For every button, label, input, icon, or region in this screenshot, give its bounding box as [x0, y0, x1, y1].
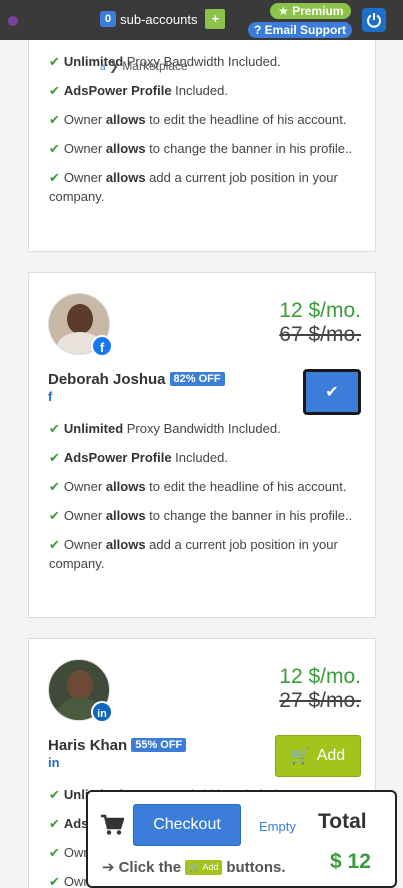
breadcrumb-arrow-icon: ❯	[108, 59, 119, 73]
add-to-cart-button[interactable]: 🛒 Add	[275, 735, 361, 777]
breadcrumb-marketplace[interactable]: Marketplace	[122, 59, 187, 73]
feature-item: ✔Unlimited Proxy Bandwidth Included.	[49, 54, 281, 69]
profile-name[interactable]: Deborah Joshua 82% OFF	[48, 371, 225, 388]
discount-badge: 55% OFF	[131, 738, 187, 752]
check-icon: ✔	[49, 816, 60, 831]
price-original: 27 $/mo.	[279, 689, 361, 712]
cart-icon: 🛒	[290, 748, 311, 765]
selected-button[interactable]: ✔	[303, 369, 361, 415]
check-icon: ✔	[49, 479, 60, 494]
sub-accounts-label: sub-accounts	[120, 11, 198, 27]
feature-item: ✔Owner allows to edit the headline of hi…	[49, 479, 347, 494]
feature-item: ✔AdsPower Profile Included.	[49, 83, 228, 98]
sub-accounts[interactable]: 0 sub-accounts +	[100, 9, 226, 29]
check-icon: ✔	[49, 83, 60, 98]
linkedin-icon: in	[91, 701, 113, 723]
network-label: f	[48, 389, 53, 404]
home-icon[interactable]: a	[100, 62, 106, 73]
checkmark-icon: ✔	[325, 384, 339, 401]
feature-item: ✔Owner allows to change the banner in hi…	[49, 508, 353, 523]
price-current: 12 $/mo.	[279, 665, 361, 688]
check-icon: ✔	[49, 787, 60, 802]
price-current: 12 $/mo.	[279, 299, 361, 322]
check-icon: ✔	[49, 112, 60, 127]
feature-list: ✔Unlimited Proxy Bandwidth Included. ✔Ad…	[49, 419, 365, 583]
check-icon: ✔	[49, 170, 60, 185]
network-label: in	[48, 755, 60, 770]
menu-dot-icon[interactable]	[8, 16, 18, 26]
price-original: 67 $/mo.	[279, 323, 361, 346]
check-icon: ✔	[49, 537, 60, 552]
check-icon: ✔	[49, 421, 60, 436]
check-icon: ✔	[49, 141, 60, 156]
empty-cart-link[interactable]: Empty	[259, 819, 296, 834]
profile-name[interactable]: Haris Khan 55% OFF	[48, 737, 187, 754]
logout-button[interactable]	[362, 8, 386, 32]
feature-item: ✔Owner allows to change the banner in hi…	[49, 141, 353, 156]
check-icon: ✔	[49, 845, 60, 860]
facebook-icon: f	[91, 335, 113, 357]
cart-panel: Checkout Empty Total ➔ Click the 🛒 Add b…	[86, 790, 397, 888]
check-icon: ✔	[49, 508, 60, 523]
checkout-button[interactable]: Checkout	[133, 804, 241, 846]
feature-item: ✔ Owner allows add a current job position…	[49, 170, 338, 204]
shopping-cart-icon	[101, 814, 124, 835]
email-support-button[interactable]: ? Email Support	[248, 22, 353, 38]
feature-item: ✔ Owner allows add a current job position…	[49, 537, 338, 571]
offer-card-deborah: f 12 $/mo. 67 $/mo. Deborah Joshua 82% OF…	[28, 272, 376, 618]
check-icon: ✔	[49, 54, 60, 69]
cart-hint: ➔ Click the 🛒 Add buttons.	[102, 858, 286, 877]
add-sub-account-button[interactable]: +	[205, 9, 226, 29]
sub-accounts-count: 0	[100, 11, 117, 27]
breadcrumb: a ❯ Marketplace	[100, 59, 188, 73]
premium-badge[interactable]: ★ Premium	[270, 3, 352, 19]
top-bar: 0 sub-accounts + ★ Premium ? Email Suppo…	[0, 0, 403, 40]
price-block: 12 $/mo. 27 $/mo.	[279, 665, 361, 713]
total-label: Total	[318, 810, 367, 833]
power-icon	[367, 13, 381, 28]
feature-list: ✔Unlimited Proxy Bandwidth Included. ✔Ad…	[49, 52, 365, 216]
check-icon: ✔	[49, 874, 60, 888]
price-block: 12 $/mo. 67 $/mo.	[279, 299, 361, 347]
total-amount: $ 12	[330, 850, 371, 873]
discount-badge: 82% OFF	[169, 372, 225, 386]
mini-add-badge: 🛒 Add	[185, 859, 223, 875]
feature-item: ✔Unlimited Proxy Bandwidth Included.	[49, 421, 281, 436]
check-icon: ✔	[49, 450, 60, 465]
arrow-right-icon: ➔	[102, 859, 115, 876]
feature-item: ✔AdsPower Profile Included.	[49, 450, 228, 465]
feature-item: ✔Owner allows to edit the headline of hi…	[49, 112, 347, 127]
